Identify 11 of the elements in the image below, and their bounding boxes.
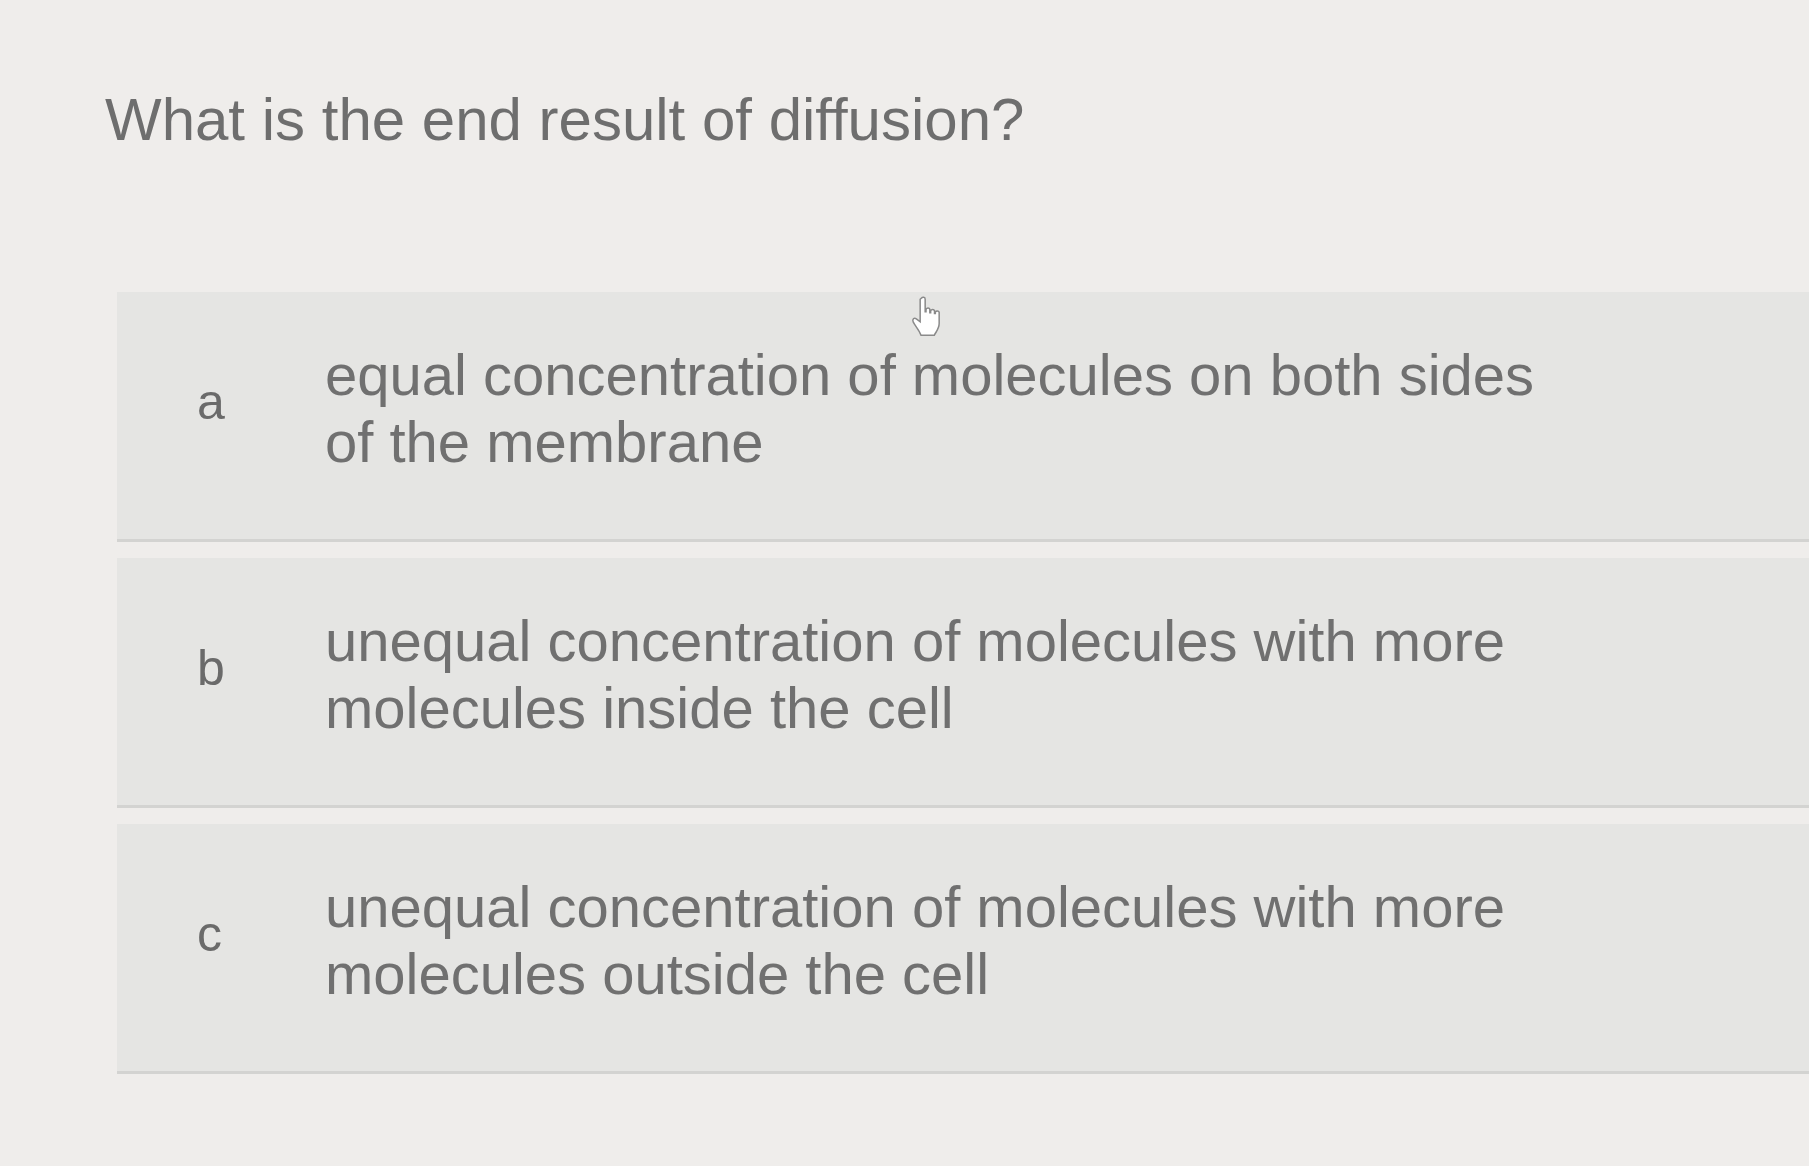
- answer-option[interactable]: a equal concentration of molecules on both sides of the membrane: [117, 292, 1809, 542]
- option-letter: b: [197, 638, 226, 697]
- answer-option[interactable]: c unequal concentration of molecules with more molecules outside the cell: [117, 824, 1809, 1074]
- hand-cursor-icon: [911, 296, 941, 336]
- option-letter: a: [197, 372, 226, 431]
- option-text: equal concentration of molecules on both sides of the membrane: [325, 341, 1536, 476]
- question-text: What is the end result of diffusion?: [105, 85, 1026, 155]
- option-text: unequal concentration of molecules with more molecules outside the cell: [325, 873, 1506, 1008]
- option-text: unequal concentration of molecules with more molecules inside the cell: [325, 607, 1506, 742]
- answer-option[interactable]: b unequal concentration of molecules with more molecules inside the cell: [117, 558, 1809, 808]
- option-letter: c: [197, 904, 223, 963]
